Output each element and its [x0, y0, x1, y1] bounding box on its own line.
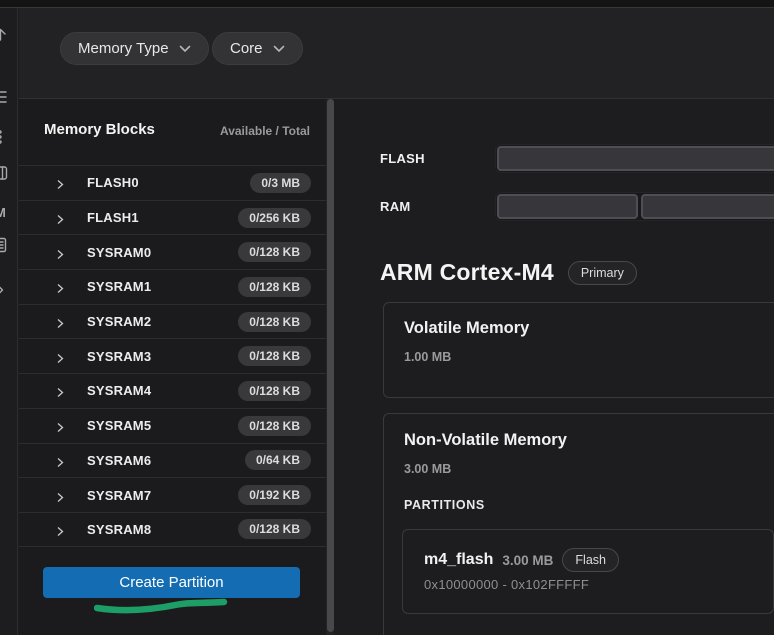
icon-rail: M	[0, 8, 18, 635]
ram-bar-segment-1	[497, 194, 638, 219]
block-name: SYSRAM0	[87, 245, 238, 260]
volatile-memory-card: Volatile Memory 1.00 MB	[383, 302, 774, 398]
partition-header: m4_flash 3.00 MB Flash	[424, 548, 619, 572]
block-name: SYSRAM6	[87, 453, 245, 468]
core-detail-panel: FLASH RAM ARM Cortex-M4 Primary Volatile…	[334, 99, 774, 635]
expand-chevron-icon	[55, 385, 65, 396]
usage-badge: 0/192 KB	[238, 485, 311, 505]
memory-block-row[interactable]: SYSRAM1 0/128 KB	[19, 269, 326, 304]
memory-block-row[interactable]: SYSRAM4 0/128 KB	[19, 373, 326, 408]
window-top-strip	[0, 0, 774, 8]
partition-size: 3.00 MB	[502, 553, 553, 568]
non-volatile-memory-title: Non-Volatile Memory	[404, 431, 567, 450]
core-heading: ARM Cortex-M4 Primary	[380, 259, 637, 286]
block-name: SYSRAM2	[87, 314, 238, 329]
usage-badge: 0/128 KB	[238, 416, 311, 436]
partition-name: m4_flash	[424, 551, 493, 569]
core-dropdown[interactable]: Core	[212, 32, 303, 65]
block-name: SYSRAM8	[87, 522, 238, 537]
expand-chevron-icon	[55, 524, 65, 535]
memory-block-row[interactable]: SYSRAM3 0/128 KB	[19, 338, 326, 373]
memory-block-row[interactable]: SYSRAM2 0/128 KB	[19, 304, 326, 339]
partitions-label: PARTITIONS	[404, 498, 485, 512]
bulleted-list-icon[interactable]	[0, 89, 9, 105]
dots-vertical-icon[interactable]	[0, 129, 9, 145]
memory-block-list: FLASH0 0/3 MB FLASH1 0/256 KB SYSRAM0 0/…	[19, 165, 326, 547]
available-total-label: Available / Total	[220, 124, 310, 138]
panel-scrollbar[interactable]	[326, 99, 334, 635]
memory-block-row[interactable]: FLASH0 0/3 MB	[19, 165, 326, 200]
non-volatile-memory-size: 3.00 MB	[404, 462, 451, 476]
usage-badge: 0/128 KB	[238, 242, 311, 262]
arrow-up-icon[interactable]	[0, 27, 9, 43]
chevron-down-icon	[179, 40, 191, 57]
memory-blocks-header: Memory Blocks Available / Total	[19, 99, 326, 165]
core-dropdown-label: Core	[230, 40, 263, 57]
memory-block-row[interactable]: SYSRAM5 0/128 KB	[19, 408, 326, 443]
ram-bar-segment-2	[641, 194, 774, 219]
memory-type-dropdown-label: Memory Type	[78, 40, 169, 57]
expand-chevron-icon	[55, 247, 65, 258]
primary-badge: Primary	[568, 261, 637, 285]
non-volatile-memory-card: Non-Volatile Memory 3.00 MB PARTITIONS m…	[383, 413, 774, 635]
volatile-memory-size: 1.00 MB	[404, 350, 451, 364]
chevron-right-icon[interactable]	[0, 282, 9, 298]
expand-chevron-icon	[55, 420, 65, 431]
usage-badge: 0/64 KB	[245, 450, 311, 470]
ram-usage-bar	[495, 192, 774, 221]
memory-block-row[interactable]: SYSRAM6 0/64 KB	[19, 443, 326, 478]
panel-title: Memory Blocks	[44, 121, 155, 138]
block-name: FLASH0	[87, 175, 250, 190]
block-name: SYSRAM1	[87, 279, 238, 294]
expand-chevron-icon	[55, 316, 65, 327]
expand-chevron-icon	[55, 281, 65, 292]
partition-type-badge: Flash	[562, 548, 619, 572]
partition-card[interactable]: m4_flash 3.00 MB Flash 0x10000000 - 0x10…	[402, 529, 774, 614]
flash-usage-bar	[495, 144, 774, 173]
usage-badge: 0/3 MB	[250, 173, 311, 193]
memory-block-row[interactable]: SYSRAM0 0/128 KB	[19, 234, 326, 269]
block-name: SYSRAM5	[87, 418, 238, 433]
create-partition-button[interactable]: Create Partition	[43, 567, 300, 598]
expand-chevron-icon	[55, 351, 65, 362]
block-name: FLASH1	[87, 210, 238, 225]
flash-bar-segment	[497, 146, 774, 171]
expand-chevron-icon	[55, 177, 65, 188]
flash-usage-label: FLASH	[380, 151, 425, 166]
expand-chevron-icon	[55, 455, 65, 466]
block-name: SYSRAM4	[87, 383, 238, 398]
expand-chevron-icon	[55, 212, 65, 223]
core-name: ARM Cortex-M4	[380, 259, 554, 286]
usage-badge: 0/128 KB	[238, 312, 311, 332]
m-label-icon[interactable]: M	[0, 205, 6, 220]
usage-badge: 0/128 KB	[238, 519, 311, 539]
document-icon[interactable]	[0, 237, 9, 253]
usage-badge: 0/256 KB	[238, 208, 311, 228]
usage-badge: 0/128 KB	[238, 381, 311, 401]
block-name: SYSRAM7	[87, 488, 238, 503]
usage-badge: 0/128 KB	[238, 277, 311, 297]
usage-badge: 0/128 KB	[238, 346, 311, 366]
partition-address-range: 0x10000000 - 0x102FFFFF	[424, 577, 589, 592]
memory-blocks-panel: Memory Blocks Available / Total FLASH0 0…	[19, 99, 326, 635]
filter-toolbar: Memory Type Core	[19, 8, 774, 99]
block-name: SYSRAM3	[87, 349, 238, 364]
ram-usage-label: RAM	[380, 199, 411, 214]
green-marker-annotation	[94, 597, 230, 615]
panel-icon[interactable]	[0, 165, 9, 181]
memory-block-row[interactable]: FLASH1 0/256 KB	[19, 200, 326, 235]
memory-block-row[interactable]: SYSRAM7 0/192 KB	[19, 477, 326, 512]
memory-block-row[interactable]: SYSRAM8 0/128 KB	[19, 512, 326, 547]
memory-type-dropdown[interactable]: Memory Type	[60, 32, 209, 65]
volatile-memory-title: Volatile Memory	[404, 319, 529, 338]
chevron-down-icon	[273, 40, 285, 57]
expand-chevron-icon	[55, 490, 65, 501]
scrollbar-thumb[interactable]	[327, 99, 334, 632]
